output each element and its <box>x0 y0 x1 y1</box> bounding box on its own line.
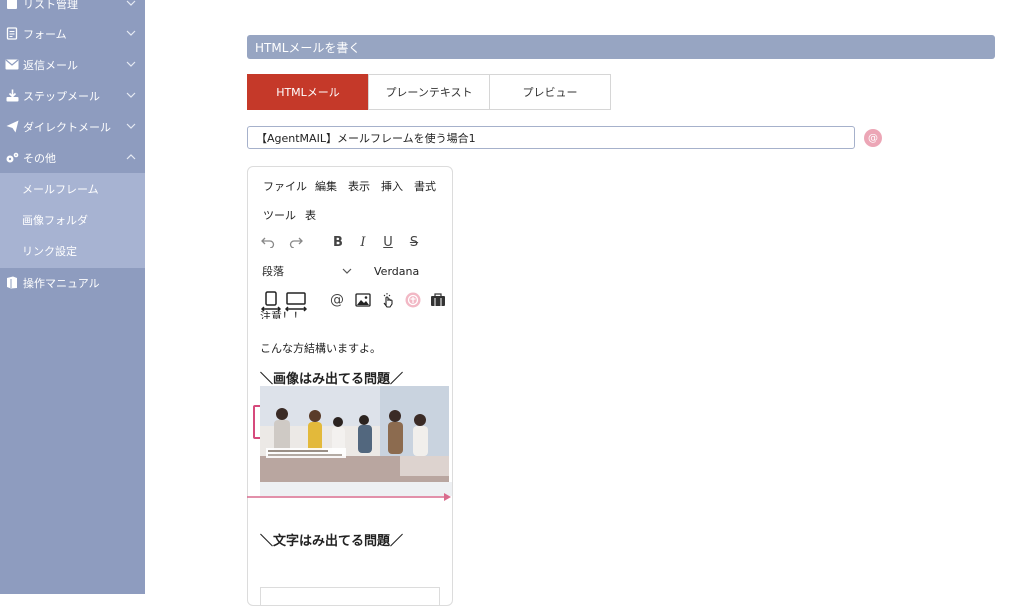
brand-logo-icon[interactable] <box>404 291 422 309</box>
sidebar-subitem-link-settings[interactable]: リンク設定 <box>0 235 145 266</box>
menu-file[interactable]: ファイル <box>263 178 307 194</box>
sidebar-item-label: ダイレクトメール <box>23 120 111 134</box>
bold-icon[interactable]: B <box>329 233 347 251</box>
sidebar-submenu-other: メールフレーム 画像フォルダ リンク設定 <box>0 173 145 268</box>
sidebar-item-form[interactable]: フォーム <box>0 18 145 49</box>
content-image <box>260 386 449 482</box>
block-format-value: 段落 <box>262 265 284 278</box>
sidebar-item-step-mail[interactable]: ステップメール <box>0 80 145 111</box>
content-heading-image-overflow: ＼画像はみ出てる問題／ <box>260 372 404 387</box>
image-icon[interactable] <box>354 291 372 309</box>
sidebar-item-manual[interactable]: 操作マニュアル <box>0 267 145 298</box>
content-heading-text-overflow: ＼文字はみ出てる問題／ <box>260 534 404 549</box>
sidebar: リスト管理 フォーム 返信メール ステップメール ダイレクトメール その他 メー… <box>0 0 145 594</box>
step-mail-icon <box>5 89 19 103</box>
insert-at-button[interactable]: @ <box>864 129 882 147</box>
menu-tools[interactable]: ツール <box>263 207 296 223</box>
mobile-preview-icon[interactable] <box>260 291 282 313</box>
sidebar-item-list[interactable]: リスト管理 <box>0 0 145 19</box>
tab-preview[interactable]: プレビュー <box>489 74 611 110</box>
chevron-down-icon <box>126 61 136 67</box>
menu-edit[interactable]: 編集 <box>315 178 337 194</box>
chevron-up-icon <box>126 154 136 160</box>
content-cut-text: 注意！！ <box>260 311 304 319</box>
redo-icon[interactable] <box>287 233 305 251</box>
content-text-box <box>260 587 440 605</box>
envelope-icon <box>5 58 19 72</box>
overflow-arrow <box>247 493 451 501</box>
at-icon: @ <box>868 132 878 144</box>
tab-plain-text[interactable]: プレーンテキスト <box>368 74 490 110</box>
block-format-select[interactable]: 段落 <box>262 260 352 282</box>
underline-icon[interactable]: U <box>379 233 397 251</box>
font-family-value: Verdana <box>374 264 420 278</box>
page-title: HTMLメールを書く <box>255 40 361 55</box>
form-icon <box>5 27 19 41</box>
font-family-select[interactable]: Verdana <box>374 260 452 282</box>
sidebar-subitem-image-folder[interactable]: 画像フォルダ <box>0 204 145 235</box>
sidebar-subitem-label: 画像フォルダ <box>22 213 88 227</box>
sidebar-item-label: リスト管理 <box>23 0 78 11</box>
chevron-down-icon <box>126 30 136 36</box>
subject-input[interactable]: 【AgentMAIL】メールフレームを使う場合1 <box>247 126 855 149</box>
page-title-bar: HTMLメールを書く <box>247 35 995 59</box>
sidebar-subitem-label: リンク設定 <box>22 244 77 258</box>
tab-html-mail[interactable]: HTMLメール <box>247 74 369 110</box>
strikethrough-icon[interactable]: S <box>405 233 423 251</box>
sidebar-item-direct-mail[interactable]: ダイレクトメール <box>0 111 145 142</box>
italic-icon[interactable]: I <box>354 233 372 251</box>
tab-label: HTMLメール <box>276 86 340 99</box>
chevron-down-icon <box>126 123 136 129</box>
book-icon <box>5 276 19 290</box>
paper-plane-icon <box>5 120 19 134</box>
content-line-1: こんな方結構いますよ。 <box>260 342 381 355</box>
desktop-preview-icon[interactable] <box>285 291 307 313</box>
menu-insert[interactable]: 挿入 <box>381 178 403 194</box>
click-hand-icon[interactable] <box>379 291 397 309</box>
sidebar-item-label: 返信メール <box>23 58 78 72</box>
undo-icon[interactable] <box>259 233 277 251</box>
subject-value: 【AgentMAIL】メールフレームを使う場合1 <box>256 131 476 145</box>
sidebar-subitem-mail-frame[interactable]: メールフレーム <box>0 173 145 204</box>
template-box-icon[interactable] <box>429 291 447 309</box>
chevron-down-icon <box>126 0 136 6</box>
chevron-down-icon <box>342 268 352 274</box>
sidebar-item-label: その他 <box>23 151 56 165</box>
menu-format[interactable]: 書式 <box>414 178 436 194</box>
tab-label: プレビュー <box>522 86 578 99</box>
menu-table[interactable]: 表 <box>305 207 316 223</box>
tab-label: プレーンテキスト <box>385 86 473 99</box>
gears-icon <box>5 151 19 165</box>
rich-text-editor: ファイル 編集 表示 挿入 書式 ツール 表 B I U S 段落 Verdan… <box>247 166 453 606</box>
menu-view[interactable]: 表示 <box>348 178 370 194</box>
editor-tabs: HTMLメール プレーンテキスト プレビュー <box>247 74 611 110</box>
sidebar-item-reply-mail[interactable]: 返信メール <box>0 49 145 80</box>
sidebar-item-label: 操作マニュアル <box>23 276 100 290</box>
at-sign-icon[interactable]: @ <box>328 291 346 309</box>
sidebar-item-label: フォーム <box>23 27 67 41</box>
list-icon <box>5 0 19 11</box>
chevron-down-icon <box>126 92 136 98</box>
sidebar-item-label: ステップメール <box>23 89 100 103</box>
sidebar-item-other[interactable]: その他 <box>0 142 145 173</box>
sidebar-subitem-label: メールフレーム <box>22 182 99 196</box>
